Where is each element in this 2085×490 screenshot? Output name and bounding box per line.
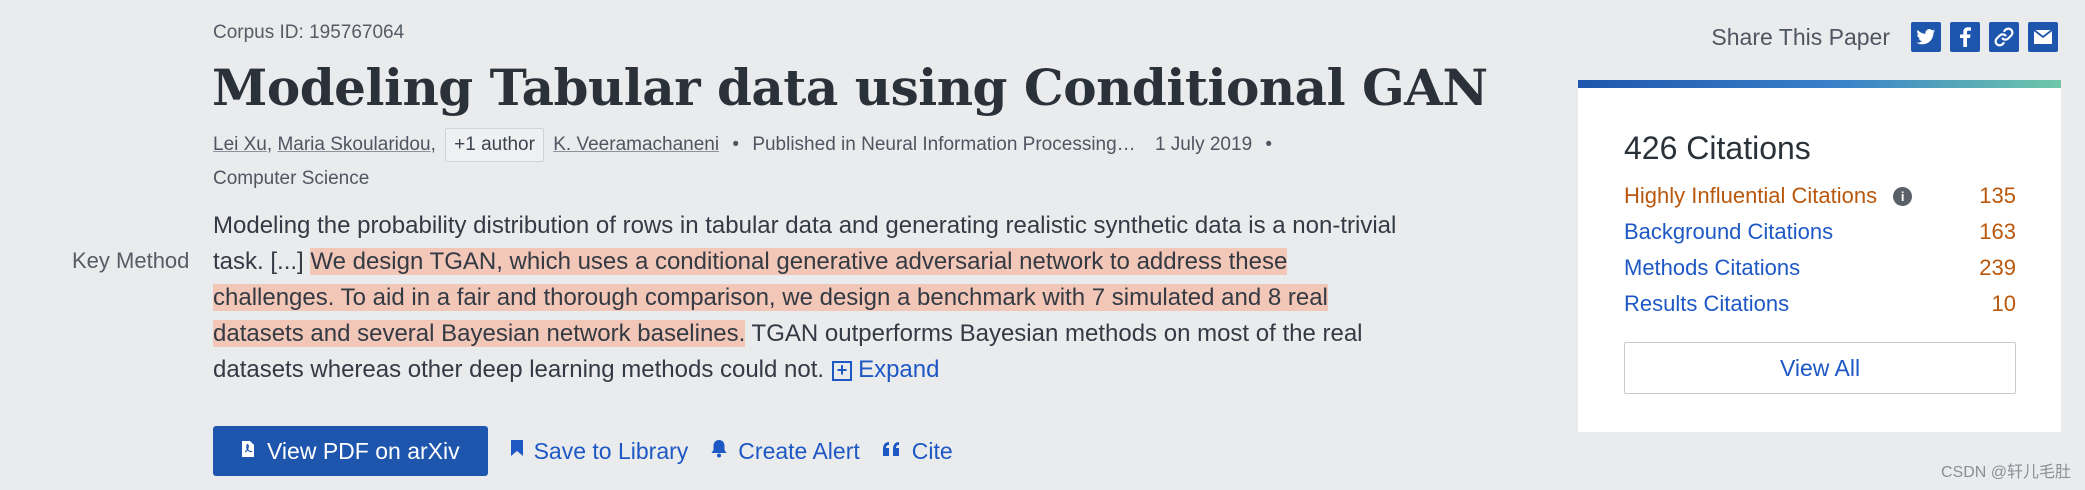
view-pdf-label: View PDF on arXiv (267, 437, 460, 464)
twitter-icon[interactable] (1911, 22, 1941, 52)
expand-button[interactable]: + Expand (832, 356, 939, 383)
citation-row-value: 163 (1979, 219, 2016, 244)
citation-row-highly-influential[interactable]: Highly Influential Citations i 135 (1624, 183, 2016, 209)
citation-row-value: 10 (1991, 291, 2016, 316)
more-authors-button[interactable]: +1 author (445, 128, 544, 162)
citation-row-value: 239 (1979, 255, 2016, 280)
pdf-file-icon (241, 440, 255, 463)
author-link[interactable]: Lei Xu (213, 134, 267, 155)
card-gradient-bar (1578, 80, 2061, 88)
corpus-id: Corpus ID: 195767064 (213, 22, 405, 43)
citation-row-label: Methods Citations (1624, 255, 1801, 280)
cite-button[interactable]: Cite (882, 438, 953, 465)
share-bar: Share This Paper (1711, 22, 2058, 52)
citations-count-title: 426 Citations (1624, 130, 1811, 166)
citation-row-label: Highly Influential Citations i (1624, 183, 1913, 209)
save-to-library-button[interactable]: Save to Library (510, 437, 689, 465)
author-link[interactable]: Maria Skoularidou (277, 134, 430, 155)
meta-separator-dot: • (732, 134, 740, 155)
field-of-study: Computer Science (213, 168, 370, 189)
alert-label: Create Alert (738, 437, 860, 464)
expand-label: Expand (858, 356, 940, 383)
create-alert-button[interactable]: Create Alert (710, 437, 860, 465)
facebook-icon[interactable] (1950, 22, 1980, 52)
bell-icon (710, 439, 728, 464)
plus-square-icon: + (832, 361, 853, 381)
paper-meta: Lei Xu, Maria Skoularidou, +1 author K. … (213, 128, 1313, 196)
citation-row-value: 135 (1979, 183, 2016, 208)
save-label: Save to Library (533, 437, 689, 464)
quote-icon (882, 440, 902, 463)
abstract-text: Modeling the probability distribution of… (213, 208, 1413, 388)
author-separator: , (266, 134, 273, 155)
key-method-label: Key Method (72, 248, 190, 273)
watermark: CSDN @轩儿毛肚 (1940, 464, 2071, 481)
citation-row-methods[interactable]: Methods Citations 239 (1624, 255, 2016, 281)
info-icon[interactable]: i (1893, 186, 1913, 206)
action-bar: View PDF on arXiv Save to Library Create… (213, 426, 953, 476)
author-link[interactable]: K. Veeramachaneni (553, 134, 719, 155)
citation-row-background[interactable]: Background Citations 163 (1624, 219, 2016, 245)
email-icon[interactable] (2028, 22, 2058, 52)
meta-separator-dot: • (1265, 134, 1273, 155)
citation-row-label: Results Citations (1624, 291, 1790, 316)
published-venue[interactable]: Published in Neural Information Processi… (752, 134, 1135, 155)
citations-card: 426 Citations Highly Influential Citatio… (1578, 80, 2061, 432)
cite-label: Cite (911, 437, 953, 464)
citation-row-label: Background Citations (1624, 219, 1834, 244)
publication-date: 1 July 2019 (1154, 134, 1253, 155)
share-label: Share This Paper (1711, 23, 1890, 50)
citation-row-results[interactable]: Results Citations 10 (1624, 291, 2016, 317)
link-icon[interactable] (1989, 22, 2019, 52)
bookmark-icon (510, 439, 524, 463)
view-all-button[interactable]: View All (1624, 342, 2016, 394)
paper-title: Modeling Tabular data using Conditional … (212, 58, 1488, 117)
author-separator: , (430, 134, 436, 155)
view-pdf-button[interactable]: View PDF on arXiv (213, 426, 488, 476)
